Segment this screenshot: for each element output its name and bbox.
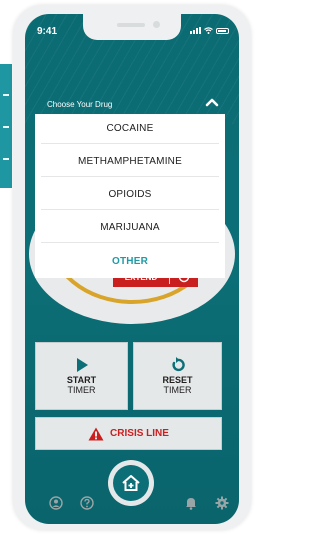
drug-selector-label: Choose Your Drug — [47, 100, 113, 109]
drug-dropdown: COCAINE METHAMPHETAMINE OPIOIDS MARIJUAN… — [35, 114, 225, 278]
side-tab-mark — [3, 126, 9, 128]
home-button[interactable] — [108, 460, 154, 506]
drug-option-label: MARIJUANA — [100, 222, 160, 233]
status-time: 9:41 — [37, 26, 58, 37]
side-tab-mark — [3, 94, 9, 96]
profile-icon[interactable] — [49, 496, 63, 510]
phone-frame: 9:41 Choose Your Drug COCAINE METHAMPHET… — [13, 5, 251, 530]
warning-icon — [88, 427, 104, 440]
start-title: START — [66, 375, 97, 385]
app-screen: 9:41 Choose Your Drug COCAINE METHAMPHET… — [25, 14, 239, 524]
speaker — [117, 23, 145, 27]
gear-icon[interactable] — [215, 496, 229, 510]
drug-option-other[interactable]: OTHER — [41, 246, 219, 276]
status-icons — [190, 27, 229, 34]
chevron-up-icon[interactable] — [205, 96, 219, 108]
signal-icon — [190, 27, 201, 34]
side-tab-decoration — [0, 64, 12, 188]
reset-timer-button[interactable]: RESET TIMER — [133, 342, 222, 410]
help-icon[interactable] — [80, 496, 94, 510]
crisis-line-label: CRISIS LINE — [110, 428, 169, 439]
drug-option-label: METHAMPHETAMINE — [78, 156, 182, 167]
drug-option-cocaine[interactable]: COCAINE — [41, 114, 219, 144]
drug-option-methamphetamine[interactable]: METHAMPHETAMINE — [41, 147, 219, 177]
side-tab-mark — [3, 158, 9, 160]
drug-option-opioids[interactable]: OPIOIDS — [41, 180, 219, 210]
reset-title: RESET — [162, 375, 193, 385]
drug-option-marijuana[interactable]: MARIJUANA — [41, 213, 219, 243]
wifi-icon — [204, 27, 213, 34]
start-timer-button[interactable]: START TIMER — [35, 342, 128, 410]
play-icon — [76, 358, 88, 372]
drug-option-label: OPIOIDS — [108, 189, 152, 200]
bell-icon[interactable] — [185, 496, 197, 510]
drug-option-label: OTHER — [112, 255, 148, 267]
start-subtitle: TIMER — [67, 385, 96, 395]
battery-icon — [216, 27, 229, 34]
device-notch — [83, 14, 181, 40]
camera — [153, 21, 160, 28]
bottom-nav — [25, 460, 239, 524]
reset-subtitle: TIMER — [163, 385, 192, 395]
drug-option-label: COCAINE — [106, 123, 154, 134]
reset-icon — [171, 357, 185, 372]
home-icon — [122, 475, 140, 491]
crisis-line-button[interactable]: CRISIS LINE — [35, 417, 222, 450]
home-button-inner — [113, 465, 149, 501]
